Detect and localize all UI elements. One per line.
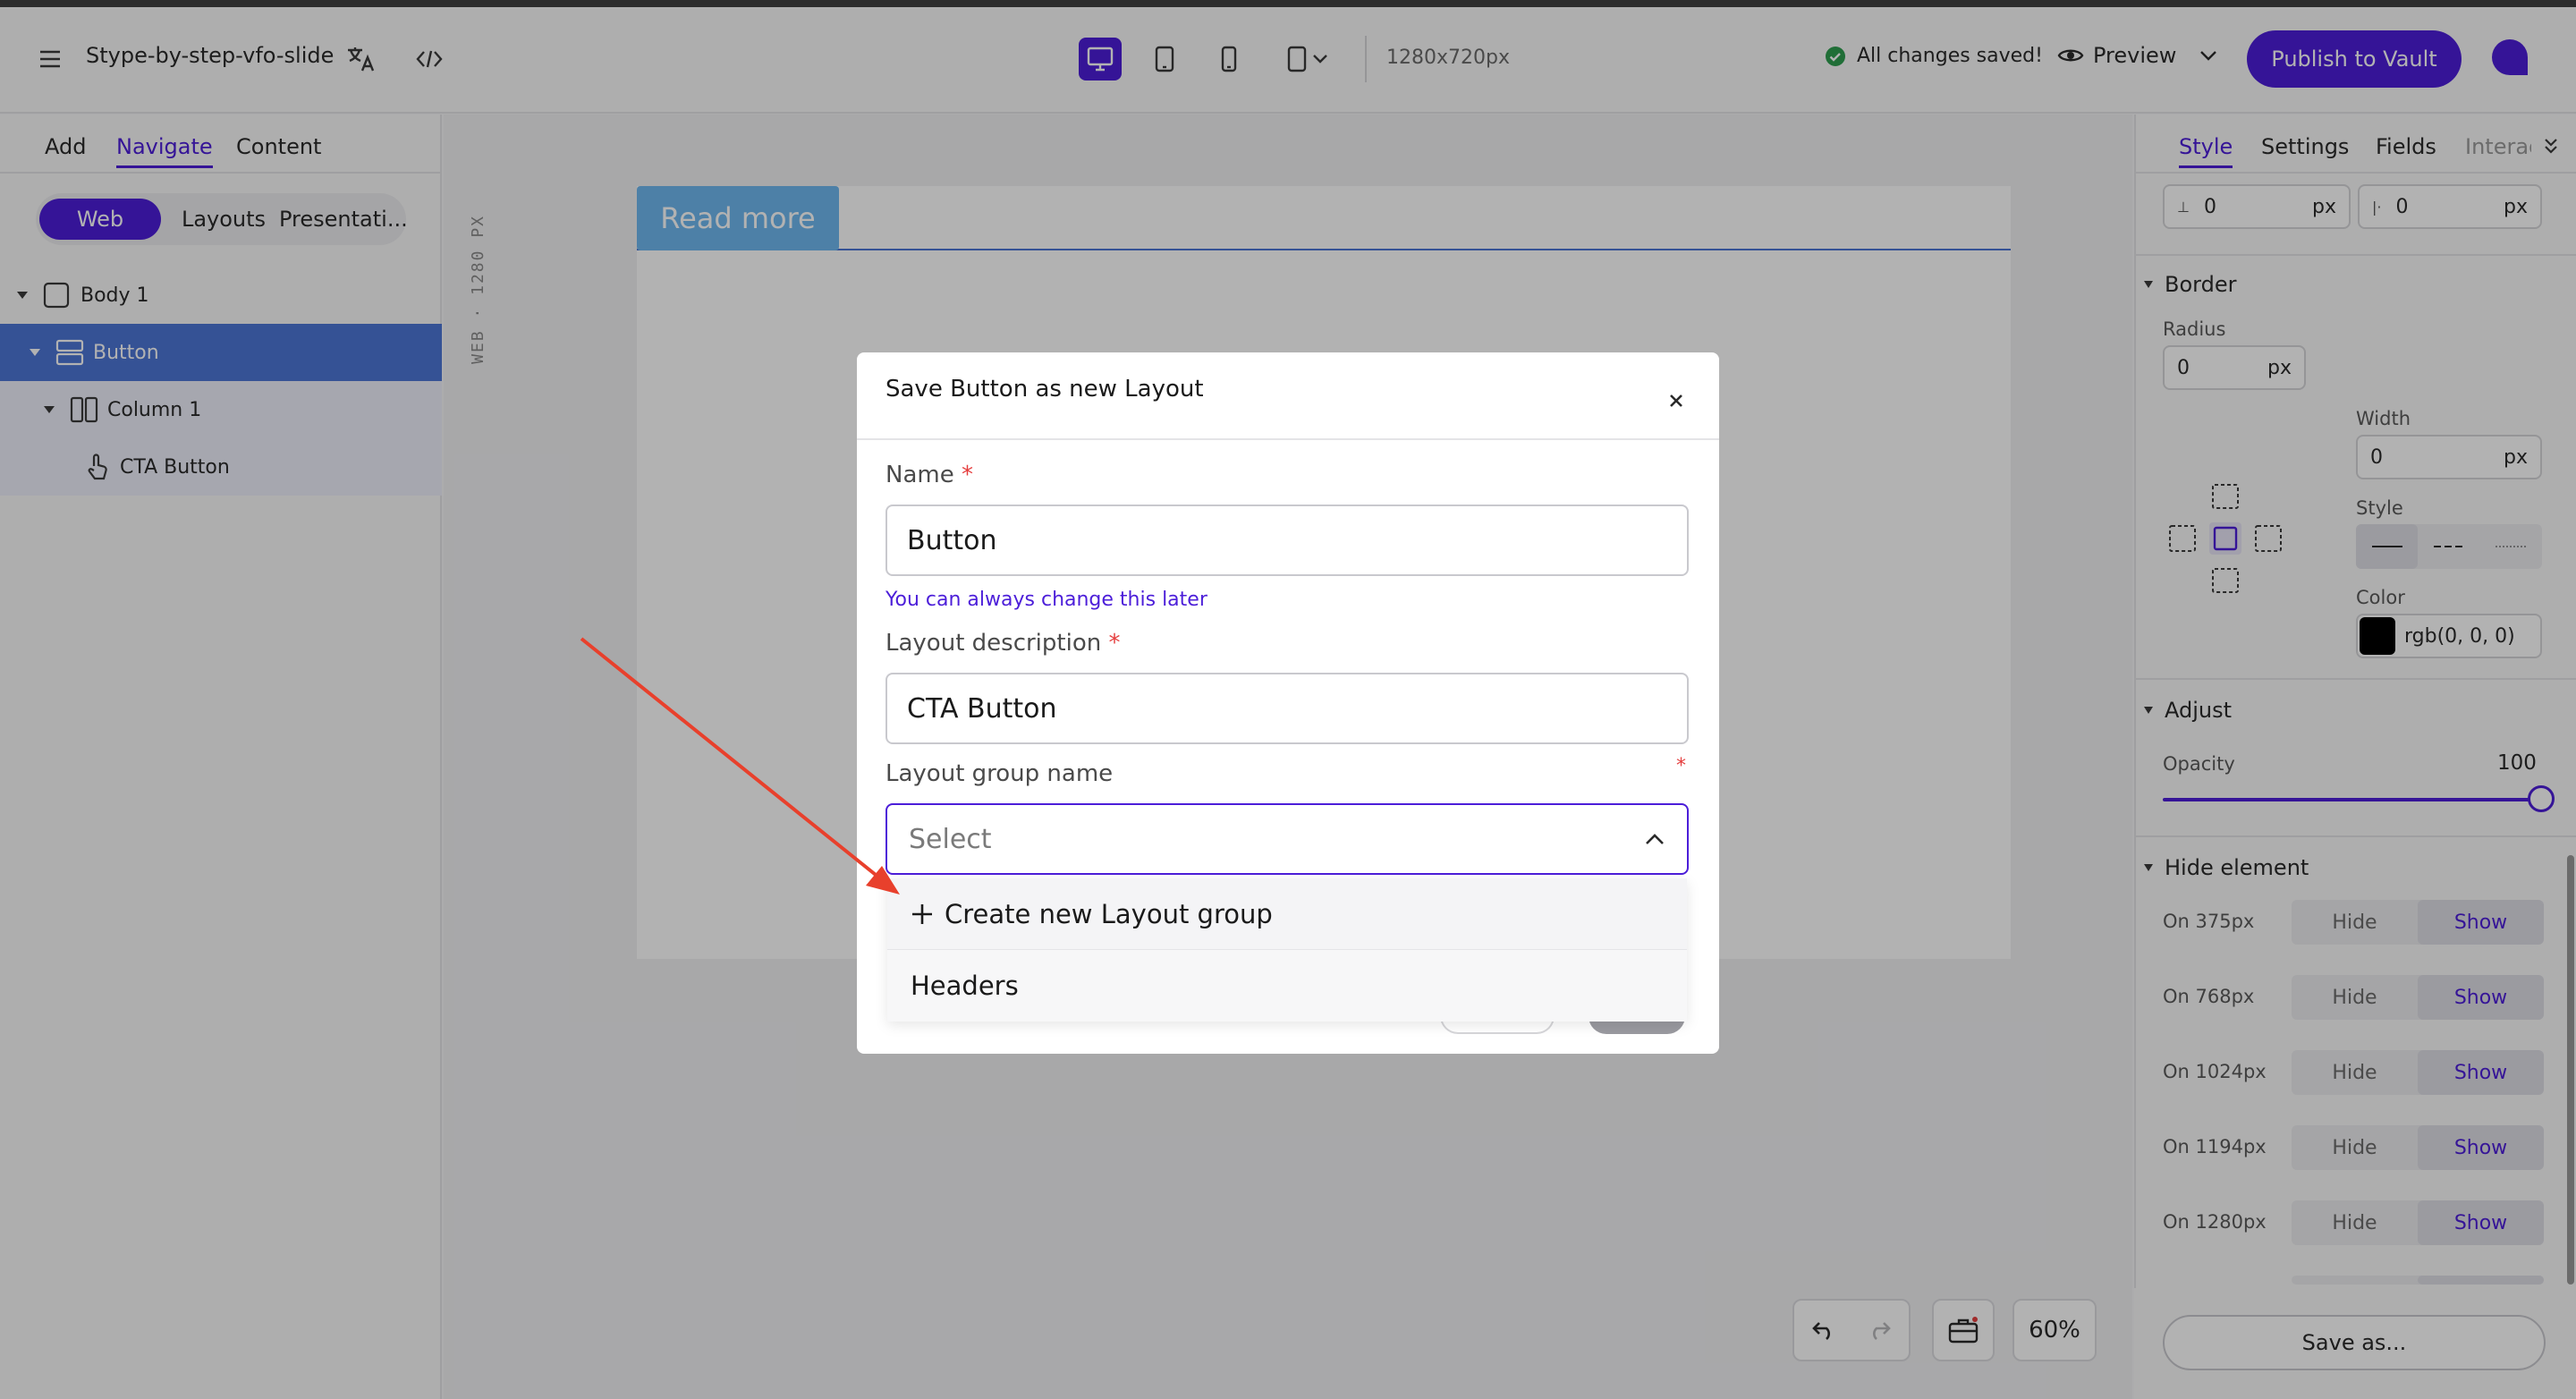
name-label: Name * [886, 462, 973, 488]
plus-icon [912, 903, 932, 924]
description-field[interactable]: CTA Button [886, 673, 1689, 744]
layout-group-select[interactable]: Select [886, 803, 1689, 875]
required-asterisk: * [1108, 630, 1121, 657]
name-field[interactable]: Button [886, 504, 1689, 576]
select-placeholder: Select [909, 823, 992, 855]
name-help-text: You can always change this later [886, 589, 1208, 611]
modal-header-divider [857, 438, 1719, 440]
dropdown-option-headers[interactable]: Headers [887, 950, 1687, 1022]
save-layout-modal: Save Button as new Layout Name * Button … [857, 352, 1719, 1054]
group-name-label: Layout group name [886, 760, 1114, 787]
required-asterisk: * [961, 462, 973, 488]
required-asterisk: * [1676, 755, 1686, 777]
create-layout-group-option[interactable]: Create new Layout group [887, 878, 1687, 950]
chevron-up-icon [1646, 834, 1664, 844]
layout-group-dropdown: Create new Layout group Headers [887, 878, 1687, 1022]
modal-title: Save Button as new Layout [886, 376, 1204, 403]
description-label: Layout description * [886, 630, 1121, 657]
close-icon[interactable] [1667, 386, 1685, 416]
